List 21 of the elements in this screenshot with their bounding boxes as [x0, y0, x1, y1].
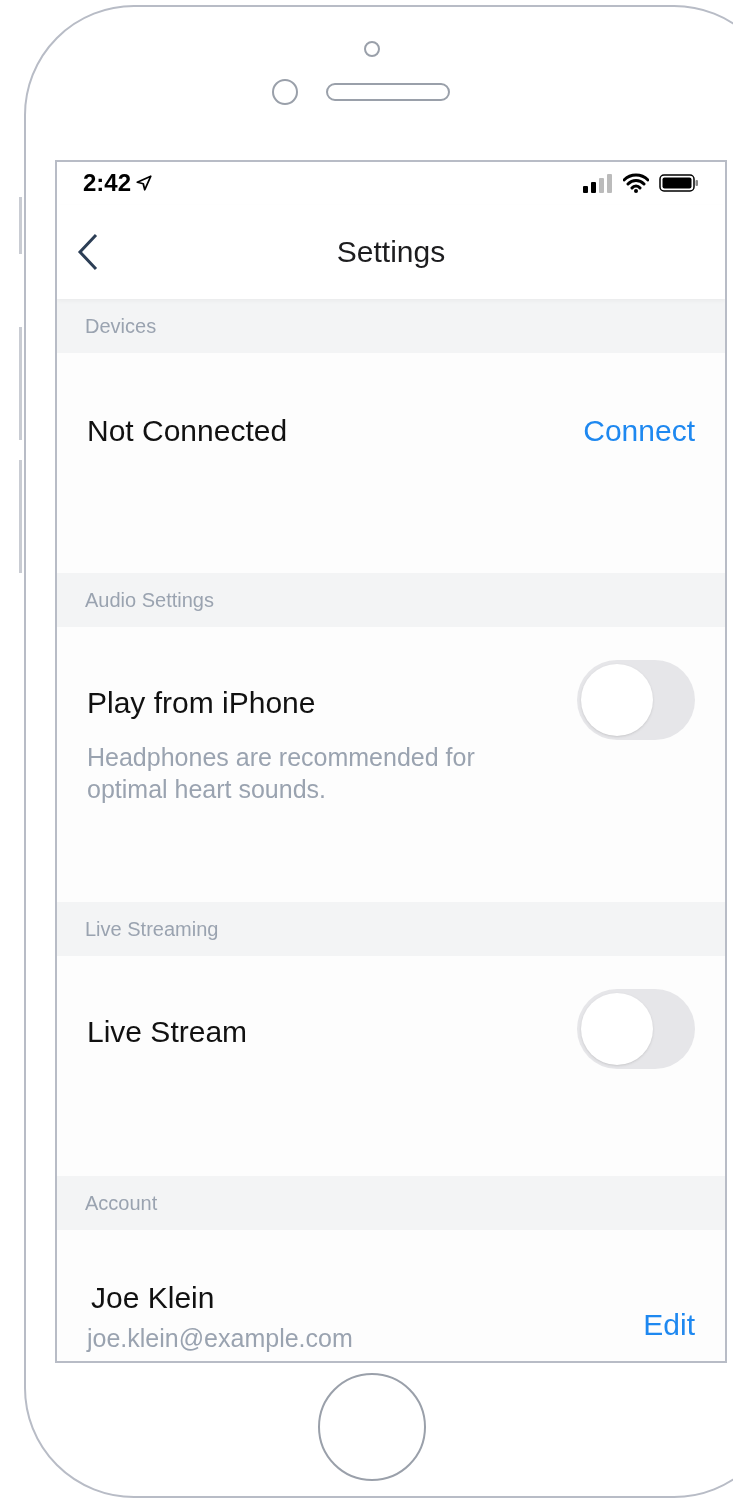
connect-link[interactable]: Connect [583, 408, 695, 453]
battery-icon [659, 173, 699, 194]
location-arrow-icon [135, 174, 154, 193]
account-name: Joe Klein [91, 1279, 216, 1316]
edit-link[interactable]: Edit [643, 1302, 695, 1347]
row-label: Not Connected [87, 413, 288, 449]
wifi-icon [623, 173, 649, 194]
status-time: 2:42 [83, 168, 132, 199]
row-description: Headphones are recommended for optimal heart sounds. [87, 742, 476, 805]
sensor-icon [272, 79, 298, 105]
section-header: Live Streaming [57, 902, 725, 956]
row-label: Play from iPhone [87, 685, 317, 721]
home-button[interactable] [318, 1373, 426, 1481]
row-label: Live Stream [87, 1014, 248, 1050]
nav-title: Settings [335, 234, 447, 271]
camera-icon [364, 41, 380, 57]
account-email: joe.klein@example.com [87, 1322, 353, 1354]
signal-icon [583, 173, 613, 194]
section-header: Devices [57, 299, 725, 353]
section-header: Audio Settings [57, 573, 725, 627]
section-header: Account [57, 1176, 725, 1230]
